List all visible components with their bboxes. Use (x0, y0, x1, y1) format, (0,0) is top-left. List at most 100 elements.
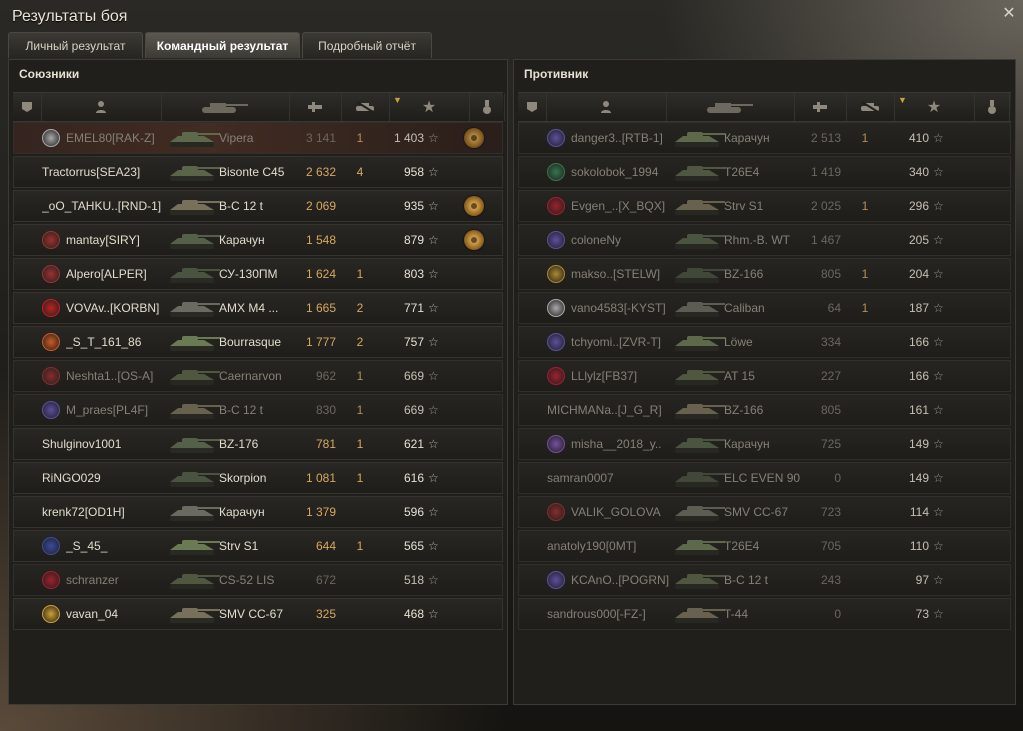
medal-icon[interactable] (469, 93, 505, 121)
kills-value: 1 (861, 199, 869, 213)
player-name[interactable]: krenk72[OD1H] (42, 497, 172, 527)
damage-icon[interactable] (794, 93, 847, 121)
clan-emblem-icon (547, 571, 565, 589)
medal-icon[interactable] (974, 93, 1010, 121)
xp-star-icon[interactable]: ▼ ★ (389, 93, 470, 121)
kills-value (847, 599, 883, 629)
damage-value: 1 777 (305, 335, 336, 349)
tank-icon[interactable] (666, 93, 795, 121)
player-name[interactable]: Tractorrus[SEA23] (42, 157, 172, 187)
damage-value: 725 (820, 437, 841, 451)
enemy-row[interactable]: KCAnO..[POGRN] B-C 12 t 243 97 ☆ (518, 564, 1011, 596)
tab-personal-result[interactable]: Личный результат (8, 32, 143, 58)
xp-star-icon: ☆ (933, 233, 944, 247)
medal-icon[interactable] (464, 230, 484, 250)
kills-value (342, 599, 378, 629)
enemy-row[interactable]: anatoly190[0MT] T26E4 705 110 ☆ (518, 530, 1011, 562)
enemy-row[interactable]: makso..[STELW] BZ-166 805 1 204 ☆ (518, 258, 1011, 290)
kills-icon[interactable] (846, 93, 895, 121)
enemy-row[interactable]: coloneNy Rhm.-B. WT 1 467 205 ☆ (518, 224, 1011, 256)
enemy-row[interactable]: misha__2018_y.. Карачун 725 149 ☆ (518, 428, 1011, 460)
tank-icon[interactable] (161, 93, 290, 121)
player-name[interactable]: Shulginov1001 (42, 429, 172, 459)
squad-icon[interactable] (13, 93, 42, 121)
enemy-row[interactable]: sandrous000[-FZ-] T-44 0 73 ☆ (518, 598, 1011, 630)
xp-star-icon: ☆ (933, 505, 944, 519)
xp-value: 161 (908, 403, 929, 417)
ally-row[interactable]: Neshta1..[OS-A] Caernarvon 962 1 669 ☆ (13, 360, 503, 392)
xp-star-icon: ☆ (933, 369, 944, 383)
tab-team-result[interactable]: Командный результат (145, 32, 300, 58)
ally-row[interactable]: M_praes[PL4F] B-C 12 t 830 1 669 ☆ (13, 394, 503, 426)
enemy-row[interactable]: danger3..[RTB-1] Карачун 2 513 1 410 ☆ (518, 122, 1011, 154)
ally-row[interactable]: mantay[SIRY] Карачун 1 548 879 ☆ (13, 224, 503, 256)
ally-row[interactable]: Tractorrus[SEA23] Bisonte C45 2 632 4 958 ☆ (13, 156, 503, 188)
ally-row[interactable]: VOVAv..[KORBN] AMX M4 ... 1 665 2 771 ☆ (13, 292, 503, 324)
clan-emblem-icon (42, 537, 60, 555)
squad-icon[interactable] (518, 93, 547, 121)
xp-value: 1 403 (393, 131, 424, 145)
damage-icon[interactable] (289, 93, 342, 121)
kills-icon[interactable] (341, 93, 390, 121)
medal-icon[interactable] (464, 128, 484, 148)
clan-emblem-icon (42, 571, 60, 589)
xp-star-icon: ☆ (933, 165, 944, 179)
enemies-header: ▼ ★ (518, 92, 1011, 122)
player-name[interactable]: samran0007 (547, 463, 677, 493)
ally-row[interactable]: schranzer CS-52 LIS 672 518 ☆ (13, 564, 503, 596)
xp-star-icon: ☆ (428, 437, 439, 451)
tank-icon (164, 262, 222, 286)
xp-star-icon[interactable]: ▼ ★ (894, 93, 975, 121)
ally-row[interactable]: Alpero[ALPER] СУ-130ПМ 1 624 1 803 ☆ (13, 258, 503, 290)
enemy-row[interactable]: sokolobok_1994 T26E4 1 419 340 ☆ (518, 156, 1011, 188)
xp-star-icon: ☆ (428, 539, 439, 553)
enemy-row[interactable]: vano4583[-KYST] Caliban 64 1 187 ☆ (518, 292, 1011, 324)
xp-value: 669 (403, 403, 424, 417)
player-name[interactable]: MICHMANa..[J_G_R] (547, 395, 677, 425)
damage-value: 644 (315, 539, 336, 553)
tank-icon (669, 330, 727, 354)
kills-value: 4 (356, 165, 364, 179)
tank-icon (164, 364, 222, 388)
enemy-row[interactable]: MICHMANa..[J_G_R] BZ-166 805 161 ☆ (518, 394, 1011, 426)
tank-icon (669, 466, 727, 490)
kills-value: 1 (861, 131, 869, 145)
enemy-row[interactable]: Evgen_..[X_BQX] Strv S1 2 025 1 296 ☆ (518, 190, 1011, 222)
tab-detailed-report[interactable]: Подробный отчёт (302, 32, 432, 58)
close-icon[interactable]: ✕ (1001, 6, 1017, 22)
enemy-row[interactable]: LLlylz[FB37] AT 15 227 166 ☆ (518, 360, 1011, 392)
tank-icon (669, 160, 727, 184)
player-icon[interactable] (546, 93, 667, 121)
xp-value: 187 (908, 301, 929, 315)
xp-star-icon: ☆ (428, 505, 439, 519)
enemy-row[interactable]: VALIK_GOLOVA SMV CC-67 723 114 ☆ (518, 496, 1011, 528)
kills-value: 1 (356, 403, 364, 417)
ally-row[interactable]: _oO_TAHKU..[RND-1] B-C 12 t2 069 935 ☆ (13, 190, 503, 222)
xp-star-icon: ☆ (428, 573, 439, 587)
kills-value: 1 (356, 369, 364, 383)
enemy-row[interactable]: samran0007 ELC EVEN 90 0 149 ☆ (518, 462, 1011, 494)
player-name[interactable]: sandrous000[-FZ-] (547, 599, 677, 629)
xp-star-icon: ☆ (933, 267, 944, 281)
ally-row[interactable]: EMEL80[RAK-Z] Vipera 3 141 1 1 403 ☆ (13, 122, 503, 154)
tank-icon (164, 330, 222, 354)
player-name[interactable]: RiNGO029 (42, 463, 172, 493)
ally-row[interactable]: _S_45_ Strv S1 644 1 565 ☆ (13, 530, 503, 562)
damage-value: 805 (820, 267, 841, 281)
tank-icon (669, 534, 727, 558)
ally-row[interactable]: vavan_04 SMV CC-67 325 468 ☆ (13, 598, 503, 630)
xp-value: 468 (403, 607, 424, 621)
ally-row[interactable]: krenk72[OD1H] Карачун 1 379 596 ☆ (13, 496, 503, 528)
kills-value (342, 191, 378, 221)
player-icon[interactable] (41, 93, 162, 121)
ally-row[interactable]: Shulginov1001 BZ-176 781 1 621 ☆ (13, 428, 503, 460)
clan-emblem-icon (547, 333, 565, 351)
player-name[interactable]: anatoly190[0MT] (547, 531, 677, 561)
ally-row[interactable]: RiNGO029 Skorpion 1 081 1 616 ☆ (13, 462, 503, 494)
player-name[interactable]: _oO_TAHKU..[RND-1] (42, 191, 172, 221)
medal-icon[interactable] (464, 196, 484, 216)
enemy-row[interactable]: tchyomi..[ZVR-T] Löwe 334 166 ☆ (518, 326, 1011, 358)
kills-value (847, 463, 883, 493)
ally-row[interactable]: _S_T_161_86 Bourrasque 1 777 2 757 ☆ (13, 326, 503, 358)
tank-icon (164, 602, 222, 626)
